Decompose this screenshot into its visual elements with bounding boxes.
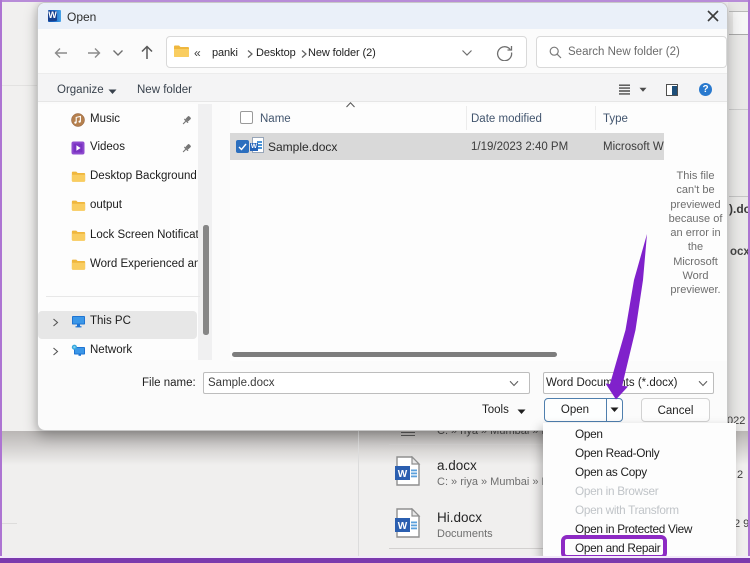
svg-text:W: W: [398, 469, 408, 480]
svg-text:W: W: [398, 521, 408, 532]
